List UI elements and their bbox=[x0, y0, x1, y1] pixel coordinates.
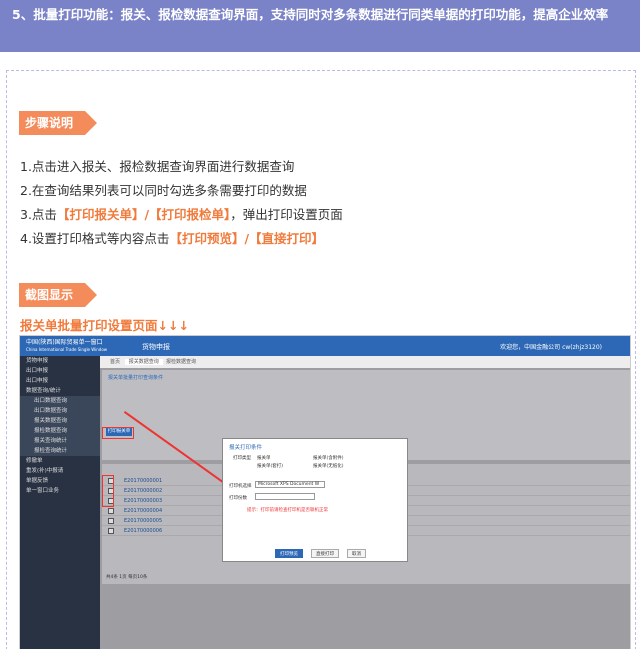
print-settings-dialog: 报关打印条件 打印类型 报关单 报关单(含附件) 报关单(套打) 报关单(无纸化… bbox=[222, 438, 408, 562]
copies-label: 打印份数 bbox=[229, 496, 247, 501]
cancel-button[interactable]: 取消 bbox=[347, 549, 366, 558]
sidebar-item[interactable]: 单据反馈 bbox=[20, 476, 100, 486]
screenshot-tag-label: 截图显示 bbox=[25, 288, 74, 302]
sidebar-item[interactable]: 单一窗口业务 bbox=[20, 486, 100, 496]
print-option[interactable]: 报关单(含附件) bbox=[313, 455, 344, 461]
step-highlight: 【打印报关单】/【打印报检单】 bbox=[56, 207, 231, 222]
print-type-label: 打印类型 bbox=[233, 456, 251, 461]
tab-inspection-query[interactable]: 报检数据查询 bbox=[166, 359, 196, 365]
highlight-box-print-button bbox=[102, 427, 134, 439]
sidebar-item[interactable]: 货物申报 bbox=[20, 356, 100, 366]
sidebar-subitem[interactable]: 报关查询统计 bbox=[20, 436, 100, 446]
screenshot-tag: 截图显示 bbox=[19, 283, 97, 307]
print-option[interactable]: 报关单(套打) bbox=[257, 463, 283, 469]
user-info: 欢迎您，中国金融公司 cw(zhjz3120) bbox=[500, 344, 602, 351]
tab-customs-query[interactable]: 报关数据查询 bbox=[124, 359, 163, 365]
step-item: 1.点击进入报关、报检数据查询界面进行数据查询 bbox=[20, 159, 295, 174]
copies-input[interactable] bbox=[255, 493, 315, 500]
printer-label: 打印机选择 bbox=[229, 484, 252, 489]
printer-select[interactable]: Microsoft XPS Document W bbox=[255, 481, 325, 488]
dialog-title: 报关打印条件 bbox=[229, 445, 263, 451]
step-item: 3.点击【打印报关单】/【打印报检单】，弹出打印设置页面 bbox=[20, 207, 343, 222]
section-header-text: 5、批量打印功能：报关、报检数据查询界面，支持同时对多条数据进行同类单据的打印功… bbox=[12, 7, 609, 22]
embedded-screenshot: 中国(陕西)国际贸易单一窗口 China International Trade… bbox=[19, 335, 631, 649]
app-logo: 中国(陕西)国际贸易单一窗口 China International Trade… bbox=[26, 339, 108, 352]
sidebar-subitem[interactable]: 出口数据查询 bbox=[20, 406, 100, 416]
steps-list: 1.点击进入报关、报检数据查询界面进行数据查询 2.在查询结果列表可以同时勾选多… bbox=[20, 155, 343, 251]
direct-print-button[interactable]: 直接打印 bbox=[311, 549, 339, 558]
sidebar-subitem[interactable]: 报检数据查询 bbox=[20, 426, 100, 436]
system-name: 货物申报 bbox=[142, 343, 170, 351]
row-checkbox[interactable] bbox=[108, 528, 114, 534]
app-tabbar: 首页 报关数据查询 报检数据查询 bbox=[100, 356, 630, 368]
steps-tag: 步骤说明 bbox=[19, 111, 97, 135]
print-option[interactable]: 报关单(无纸化) bbox=[313, 463, 344, 469]
row-checkbox[interactable] bbox=[108, 518, 114, 524]
highlight-box-checkboxes bbox=[102, 475, 114, 507]
step-item: 4.设置打印格式等内容点击【打印预览】/【直接打印】 bbox=[20, 231, 325, 246]
query-form-title: 报关单批量打印查询条件 bbox=[108, 375, 164, 381]
screenshot-subtitle: 报关单批量打印设置页面↓↓↓ bbox=[20, 318, 189, 333]
tab-home[interactable]: 首页 bbox=[110, 359, 120, 365]
sidebar-item[interactable]: 出口申报 bbox=[20, 366, 100, 376]
steps-tag-label: 步骤说明 bbox=[25, 116, 74, 130]
step-item: 2.在查询结果列表可以同时勾选多条需要打印的数据 bbox=[20, 183, 307, 198]
sidebar-subitem[interactable]: 报检查询统计 bbox=[20, 446, 100, 456]
section-header: 5、批量打印功能：报关、报检数据查询界面，支持同时对多条数据进行同类单据的打印功… bbox=[0, 0, 640, 52]
sidebar-item[interactable]: 数据查询/统计 bbox=[20, 386, 100, 396]
app-topbar: 中国(陕西)国际贸易单一窗口 China International Trade… bbox=[20, 336, 630, 356]
table-footer: 共4条 1页 每页10条 bbox=[106, 575, 148, 580]
sidebar-subitem[interactable]: 报关数据查询 bbox=[20, 416, 100, 426]
step-highlight: 【打印预览】/【直接打印】 bbox=[169, 231, 325, 246]
sidebar-item[interactable]: 修撤单 bbox=[20, 456, 100, 466]
row-checkbox[interactable] bbox=[108, 508, 114, 514]
app-sidebar: 货物申报 出口申报 出口申报 数据查询/统计 出口数据查询 出口数据查询 报关数… bbox=[20, 356, 100, 649]
sidebar-subitem[interactable]: 出口数据查询 bbox=[20, 396, 100, 406]
print-preview-button[interactable]: 打印预览 bbox=[275, 549, 303, 558]
dialog-note: 提示：打印前请检查打印机是否联机正常 bbox=[247, 508, 328, 513]
sidebar-item[interactable]: 重发(补)中报请 bbox=[20, 466, 100, 476]
content-panel: 步骤说明 1.点击进入报关、报检数据查询界面进行数据查询 2.在查询结果列表可以… bbox=[6, 70, 636, 649]
sidebar-item[interactable]: 出口申报 bbox=[20, 376, 100, 386]
print-option[interactable]: 报关单 bbox=[257, 455, 271, 461]
